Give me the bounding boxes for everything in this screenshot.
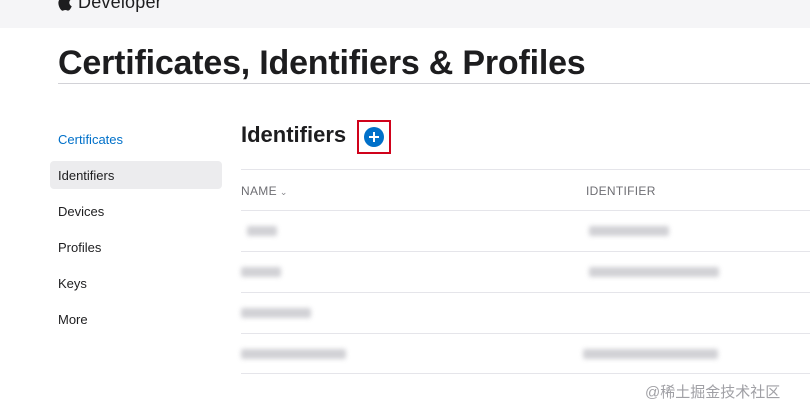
redacted-name: [247, 226, 277, 236]
table-row[interactable]: [241, 292, 810, 333]
redacted-name: [241, 308, 311, 318]
sidebar: Certificates Identifiers Devices Profile…: [50, 125, 222, 341]
table-header-row: NAME ⌄ IDENTIFIER: [241, 169, 810, 210]
redacted-identifier: [589, 226, 669, 236]
add-identifier-button[interactable]: [364, 127, 384, 147]
watermark-text: @稀土掘金技术社区: [645, 384, 781, 401]
sidebar-item-more[interactable]: More: [50, 305, 222, 333]
table-row[interactable]: [241, 333, 810, 374]
redacted-name: [241, 349, 346, 359]
sidebar-item-label: Devices: [58, 203, 105, 219]
sidebar-item-certificates[interactable]: Certificates: [50, 125, 222, 153]
plus-circle-icon: [369, 132, 379, 142]
redacted-identifier: [583, 349, 718, 359]
title-divider: [58, 83, 810, 84]
sidebar-item-label: Identifiers: [58, 167, 115, 183]
developer-brand-link[interactable]: Developer: [58, 0, 162, 12]
section-header: Identifiers: [241, 122, 346, 148]
redacted-name: [241, 267, 281, 277]
sidebar-item-label: Keys: [58, 275, 87, 291]
sidebar-item-label: Profiles: [58, 239, 102, 255]
sidebar-item-devices[interactable]: Devices: [50, 197, 222, 225]
column-header-name[interactable]: NAME ⌄: [241, 184, 288, 198]
chevron-down-icon: ⌄: [279, 187, 288, 197]
section-title: Identifiers: [241, 122, 347, 147]
sidebar-item-identifiers[interactable]: Identifiers: [50, 161, 222, 189]
column-header-identifier[interactable]: IDENTIFIER: [586, 184, 656, 198]
apple-logo-icon: [58, 0, 72, 11]
sidebar-item-label: More: [58, 311, 88, 327]
sidebar-item-keys[interactable]: Keys: [50, 269, 222, 297]
identifiers-table: NAME ⌄ IDENTIFIER: [241, 169, 810, 374]
redacted-identifier: [589, 267, 719, 277]
page-title: Certificates, Identifiers & Profiles: [58, 44, 586, 82]
brand-name: Developer: [78, 0, 162, 12]
table-row[interactable]: [241, 210, 810, 251]
column-header-label: NAME: [241, 184, 277, 198]
table-row[interactable]: [241, 251, 810, 292]
top-navigation-bar: Developer: [0, 0, 810, 28]
sidebar-item-profiles[interactable]: Profiles: [50, 233, 222, 261]
sidebar-item-label: Certificates: [58, 131, 124, 147]
